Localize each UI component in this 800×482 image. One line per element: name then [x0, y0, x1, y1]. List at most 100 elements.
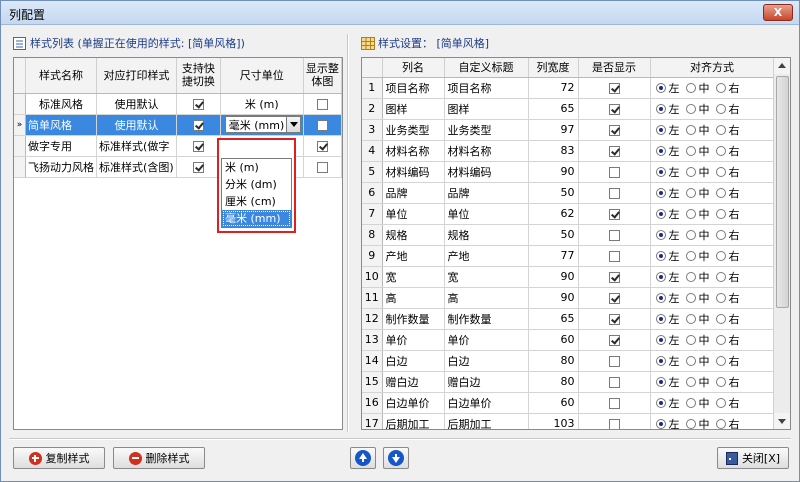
align-option-2[interactable]: 右 — [715, 374, 740, 390]
align-option-0[interactable]: 左 — [655, 374, 680, 390]
align-option-1[interactable]: 中 — [685, 101, 710, 117]
align-option-1[interactable]: 中 — [685, 353, 710, 369]
column-width-cell[interactable]: 50 — [528, 182, 579, 204]
visible-checkbox[interactable] — [608, 229, 620, 241]
table-row[interactable]: 4 材料名称 材料名称 83 左中右 — [362, 140, 775, 162]
visible-checkbox[interactable] — [608, 208, 620, 220]
align-option-1[interactable]: 中 — [685, 311, 710, 327]
column-width-cell[interactable]: 80 — [528, 371, 579, 393]
quick-switch-checkbox[interactable] — [192, 98, 204, 110]
align-option-0[interactable]: 左 — [655, 122, 680, 138]
column-name-cell[interactable]: 赠白边 — [382, 371, 445, 393]
align-option-0[interactable]: 左 — [655, 227, 680, 243]
align-option-2[interactable]: 右 — [715, 290, 740, 306]
column-name-cell[interactable]: 产地 — [382, 245, 445, 267]
align-radio[interactable] — [715, 166, 726, 177]
column-name-cell[interactable]: 高 — [382, 287, 445, 309]
column-name-cell[interactable]: 宽 — [382, 266, 445, 288]
visible-checkbox[interactable] — [608, 334, 620, 346]
align-radio[interactable] — [685, 292, 696, 303]
move-down-button[interactable] — [383, 447, 409, 469]
col-header-whole-view[interactable]: 显示整体图 — [303, 58, 343, 94]
visible-checkbox[interactable] — [608, 397, 620, 409]
align-option-0[interactable]: 左 — [655, 101, 680, 117]
align-option-2[interactable]: 右 — [715, 332, 740, 348]
align-option-2[interactable]: 右 — [715, 416, 740, 429]
align-option-1[interactable]: 中 — [685, 164, 710, 180]
align-radio[interactable] — [715, 418, 726, 429]
align-radio[interactable] — [655, 145, 666, 156]
table-row[interactable]: 17 后期加工 后期加工 103 左中右 — [362, 413, 775, 429]
quick-switch-checkbox[interactable] — [192, 161, 204, 173]
column-width-cell[interactable]: 90 — [528, 287, 579, 309]
close-window-button[interactable]: X — [763, 4, 793, 21]
col-header-quick-switch[interactable]: 支持快捷切换 — [176, 58, 221, 94]
align-radio[interactable] — [655, 187, 666, 198]
align-radio[interactable] — [685, 376, 696, 387]
vertical-scrollbar[interactable] — [773, 58, 790, 429]
column-width-cell[interactable]: 77 — [528, 245, 579, 267]
column-width-cell[interactable]: 72 — [528, 77, 579, 99]
align-radio[interactable] — [715, 355, 726, 366]
align-option-2[interactable]: 右 — [715, 248, 740, 264]
visible-checkbox[interactable] — [608, 271, 620, 283]
align-radio[interactable] — [685, 334, 696, 345]
align-radio[interactable] — [715, 145, 726, 156]
column-name-cell[interactable]: 白边单价 — [382, 392, 445, 414]
align-option-1[interactable]: 中 — [685, 290, 710, 306]
align-radio[interactable] — [655, 376, 666, 387]
table-row[interactable]: 1 项目名称 项目名称 72 左中右 — [362, 77, 775, 99]
align-radio[interactable] — [685, 124, 696, 135]
table-row[interactable]: 2 图样 图样 65 左中右 — [362, 98, 775, 120]
align-option-0[interactable]: 左 — [655, 269, 680, 285]
align-option-1[interactable]: 中 — [685, 248, 710, 264]
align-option-1[interactable]: 中 — [685, 332, 710, 348]
custom-title-cell[interactable]: 高 — [444, 287, 529, 309]
align-option-2[interactable]: 右 — [715, 227, 740, 243]
align-radio[interactable] — [715, 271, 726, 282]
column-width-cell[interactable]: 60 — [528, 392, 579, 414]
custom-title-cell[interactable]: 宽 — [444, 266, 529, 288]
visible-checkbox[interactable] — [608, 166, 620, 178]
align-radio[interactable] — [655, 292, 666, 303]
whole-view-checkbox[interactable] — [316, 98, 328, 110]
column-name-cell[interactable]: 图样 — [382, 98, 445, 120]
custom-title-cell[interactable]: 规格 — [444, 224, 529, 246]
table-row[interactable]: 14 白边 白边 80 左中右 — [362, 350, 775, 372]
table-row-selected[interactable]: » 简单风格 使用默认 毫米 (mm) — [14, 114, 343, 136]
visible-checkbox[interactable] — [608, 145, 620, 157]
column-width-cell[interactable]: 90 — [528, 161, 579, 183]
align-option-1[interactable]: 中 — [685, 395, 710, 411]
visible-checkbox[interactable] — [608, 292, 620, 304]
table-row[interactable]: 11 高高 90 左中右 — [362, 287, 775, 309]
visible-checkbox[interactable] — [608, 124, 620, 136]
custom-title-cell[interactable]: 赠白边 — [444, 371, 529, 393]
align-radio[interactable] — [685, 229, 696, 240]
column-name-cell[interactable]: 品牌 — [382, 182, 445, 204]
align-option-1[interactable]: 中 — [685, 206, 710, 222]
custom-title-cell[interactable]: 单位 — [444, 203, 529, 225]
align-radio[interactable] — [655, 229, 666, 240]
custom-title-cell[interactable]: 项目名称 — [444, 77, 529, 99]
unit-option-cm[interactable]: 厘米 (cm) — [222, 193, 291, 210]
align-radio[interactable] — [685, 187, 696, 198]
scroll-thumb[interactable] — [776, 76, 789, 308]
align-radio[interactable] — [655, 250, 666, 261]
align-option-2[interactable]: 右 — [715, 143, 740, 159]
custom-title-cell[interactable]: 业务类型 — [444, 119, 529, 141]
style-name-cell[interactable]: 做字专用 — [25, 135, 98, 157]
align-radio[interactable] — [715, 376, 726, 387]
style-name-cell[interactable]: 标准风格 — [25, 93, 98, 115]
column-width-cell[interactable]: 50 — [528, 224, 579, 246]
column-name-cell[interactable]: 项目名称 — [382, 77, 445, 99]
move-up-button[interactable] — [350, 447, 376, 469]
table-row[interactable]: 12 制作数量 制作数量 65 左中右 — [362, 308, 775, 330]
custom-title-cell[interactable]: 材料编码 — [444, 161, 529, 183]
column-name-cell[interactable]: 规格 — [382, 224, 445, 246]
custom-title-cell[interactable]: 图样 — [444, 98, 529, 120]
column-width-cell[interactable]: 83 — [528, 140, 579, 162]
align-radio[interactable] — [655, 82, 666, 93]
visible-checkbox[interactable] — [608, 250, 620, 262]
col-header-column-name[interactable]: 列名 — [382, 58, 445, 78]
style-name-cell[interactable]: 简单风格 — [25, 114, 98, 136]
